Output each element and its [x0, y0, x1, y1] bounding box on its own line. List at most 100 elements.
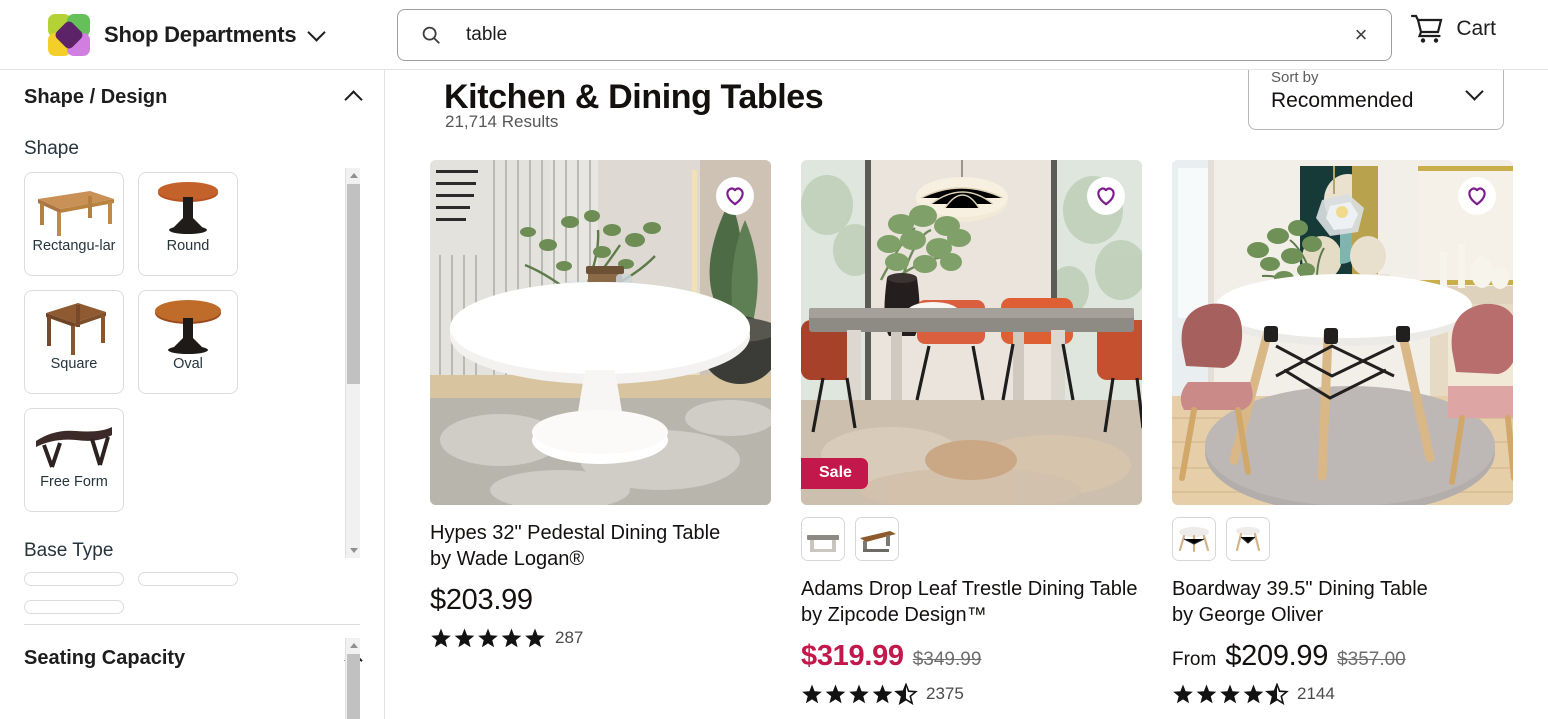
- shape-tile-rectangular[interactable]: Rectangu-lar: [24, 172, 124, 276]
- product-card[interactable]: Sale Adams Drop Leaf Trestle Dining Tabl…: [801, 160, 1142, 705]
- sale-badge: Sale: [801, 458, 868, 489]
- search-bar[interactable]: ×: [397, 9, 1392, 61]
- shape-tile-oval[interactable]: Oval: [138, 290, 238, 394]
- shop-departments-button[interactable]: Shop Departments: [48, 13, 327, 56]
- shape-section-scrollbar[interactable]: [345, 168, 360, 558]
- scroll-up-arrow-icon[interactable]: [346, 638, 361, 653]
- checkbox-row-seats-2[interactable]: Seats 2: [0, 711, 384, 719]
- product-grid: Hypes 32" Pedestal Dining Table by Wade …: [430, 160, 1513, 705]
- heart-outline-icon[interactable]: [1458, 177, 1496, 215]
- price-row: $319.99 $349.99: [801, 640, 1142, 673]
- review-count: 2144: [1297, 684, 1335, 704]
- free-form-table-icon: [30, 413, 118, 475]
- grey-table-swatch-icon[interactable]: [801, 517, 845, 561]
- shop-departments-label: Shop Departments: [104, 21, 297, 47]
- sort-by-caption: Sort by: [1271, 70, 1319, 86]
- facet-header-shape-design[interactable]: Shape / Design: [0, 70, 384, 124]
- product-card[interactable]: Boardway 39.5" Dining Table by George Ol…: [1172, 160, 1513, 705]
- product-brand: by Wade Logan®: [430, 547, 585, 570]
- shape-tile-label: Free Form: [40, 474, 108, 490]
- star-rating-icons: [430, 627, 548, 649]
- seating-capacity-scrollbar[interactable]: [345, 638, 360, 719]
- scrollbar-thumb[interactable]: [347, 184, 360, 384]
- heart-outline-icon[interactable]: [716, 177, 754, 215]
- product-strike-price: $357.00: [1337, 649, 1406, 671]
- product-swatches: [1172, 517, 1513, 561]
- product-title[interactable]: Hypes 32" Pedestal Dining Table: [430, 521, 771, 547]
- scrollbar-thumb[interactable]: [347, 654, 360, 719]
- scroll-up-arrow-icon[interactable]: [346, 168, 361, 183]
- shape-tiles-region: Rectangu-lar Round Square Oval Free Form: [0, 160, 384, 558]
- product-strike-price: $349.99: [912, 649, 982, 671]
- heart-outline-icon[interactable]: [1087, 177, 1125, 215]
- shopping-cart-icon: [1410, 14, 1444, 44]
- facet-sub-label-base-type: Base Type: [24, 540, 114, 561]
- rectangular-table-icon: [30, 177, 118, 239]
- product-swatches: [801, 517, 1142, 561]
- shape-tile-label: Rectangu-lar: [32, 238, 116, 254]
- search-input[interactable]: [464, 23, 1341, 47]
- cart-button[interactable]: Cart: [1410, 14, 1496, 44]
- page-title: Kitchen & Dining Tables: [444, 77, 824, 116]
- white-round-table-swatch-icon[interactable]: [1172, 517, 1216, 561]
- site-header: Shop Departments × Cart: [0, 0, 1548, 70]
- base-type-tile-list: [0, 562, 360, 614]
- product-card[interactable]: Hypes 32" Pedestal Dining Table by Wade …: [430, 160, 771, 705]
- search-icon: [420, 24, 442, 46]
- product-rating: 2144: [1172, 683, 1513, 705]
- base-type-tile-2[interactable]: [138, 572, 238, 586]
- shape-tile-label: Round: [166, 238, 210, 254]
- shape-tile-label: Square: [50, 356, 98, 372]
- price-from-label: From: [1172, 649, 1217, 671]
- sort-by-dropdown[interactable]: Sort by Recommended: [1248, 70, 1504, 130]
- oval-pedestal-table-icon: [144, 295, 232, 357]
- chevron-down-icon[interactable]: [1465, 82, 1484, 101]
- product-brand: by Zipcode Design™: [801, 603, 987, 626]
- shape-tile-round[interactable]: Round: [138, 172, 238, 276]
- chevron-up-icon[interactable]: [344, 90, 363, 109]
- four-petal-flower-logo-icon: [48, 13, 90, 56]
- round-pedestal-table-icon: [144, 177, 232, 239]
- scroll-down-arrow-icon[interactable]: [346, 543, 361, 558]
- product-title[interactable]: Adams Drop Leaf Trestle Dining Table: [801, 577, 1142, 603]
- review-count: 287: [555, 628, 584, 648]
- base-type-tile-1[interactable]: [24, 572, 124, 586]
- product-photo-2: [801, 160, 1142, 505]
- filters-sidebar: Shape / Design Shape Rectangu-lar Round …: [0, 70, 385, 719]
- product-brand: by George Oliver: [1172, 603, 1324, 626]
- product-price: $319.99: [801, 640, 904, 673]
- star-rating-icons: [1172, 683, 1290, 705]
- product-photo-3: [1172, 160, 1513, 505]
- price-row: From $209.99 $357.00: [1172, 640, 1513, 673]
- facet-sub-label-shape: Shape: [24, 138, 79, 159]
- sort-by-value: Recommended: [1271, 89, 1414, 112]
- shape-tile-list: Rectangu-lar Round Square Oval Free Form: [0, 160, 360, 512]
- star-rating-icons: [801, 683, 919, 705]
- product-image[interactable]: [430, 160, 771, 505]
- facet-title: Shape / Design: [24, 85, 168, 108]
- product-image[interactable]: [1172, 160, 1513, 505]
- facet-title: Seating Capacity: [24, 646, 186, 669]
- results-main: Kitchen & Dining Tables 21,714 Results S…: [386, 70, 1548, 719]
- brown-table-swatch-icon[interactable]: [855, 517, 899, 561]
- product-rating: 287: [430, 627, 771, 649]
- shape-tile-free-form[interactable]: Free Form: [24, 408, 124, 512]
- facet-divider: [24, 624, 360, 625]
- product-price: $209.99: [1225, 640, 1329, 673]
- product-rating: 2375: [801, 683, 1142, 705]
- review-count: 2375: [926, 684, 964, 704]
- cart-label: Cart: [1456, 17, 1496, 40]
- shape-tile-square[interactable]: Square: [24, 290, 124, 394]
- product-photo-1: [430, 160, 771, 505]
- search-clear-icon[interactable]: ×: [1341, 15, 1381, 55]
- results-count: 21,714 Results: [445, 112, 559, 131]
- facet-header-seating-capacity[interactable]: Seating Capacity: [0, 631, 384, 685]
- white-square-table-swatch-icon[interactable]: [1226, 517, 1270, 561]
- chevron-down-icon: [307, 22, 327, 42]
- price-row: $203.99: [430, 584, 771, 617]
- base-type-tile-3[interactable]: [24, 600, 124, 614]
- product-price: $203.99: [430, 584, 533, 617]
- square-table-icon: [30, 295, 118, 357]
- product-title[interactable]: Boardway 39.5" Dining Table: [1172, 577, 1513, 603]
- product-image[interactable]: Sale: [801, 160, 1142, 505]
